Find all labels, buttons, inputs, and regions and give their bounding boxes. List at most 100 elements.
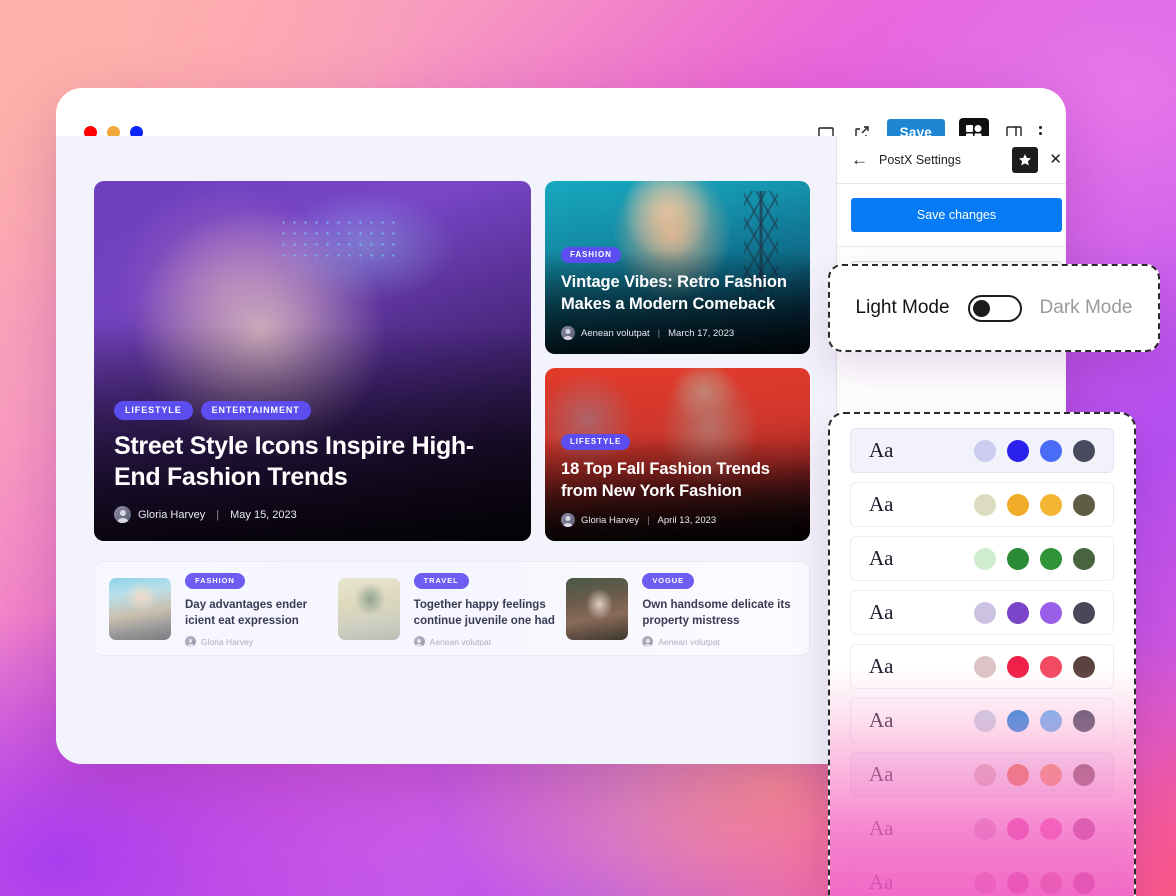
post-author: Gloria Harvey [138, 508, 206, 521]
color-swatch[interactable] [974, 871, 996, 894]
color-swatch[interactable] [1007, 871, 1029, 894]
color-swatch[interactable] [1007, 709, 1029, 732]
page-title: PostX Settings [879, 152, 961, 167]
post-card-top-right[interactable]: FASHION Vintage Vibes: Retro Fashion Mak… [545, 181, 810, 354]
color-swatch[interactable] [1040, 871, 1062, 894]
color-swatch[interactable] [974, 817, 996, 840]
color-swatch[interactable] [974, 763, 996, 786]
close-icon[interactable]: ✕ [1049, 152, 1062, 167]
color-swatch[interactable] [1073, 493, 1095, 516]
swatch-group [974, 871, 1095, 894]
list-item[interactable]: TRAVEL Together happy feelings continue … [337, 570, 567, 648]
list-item[interactable]: FASHION Day advantages ender icient eat … [109, 570, 338, 648]
toggle-knob [972, 299, 990, 317]
font-sample-text: Aa [869, 816, 894, 840]
palette-row-orange[interactable]: Aa [850, 752, 1114, 797]
post-title[interactable]: Own handsome delicate its property mistr… [642, 597, 795, 630]
color-swatch[interactable] [1073, 871, 1095, 894]
color-swatch[interactable] [1007, 601, 1029, 624]
avatar [561, 513, 575, 527]
color-swatch[interactable] [974, 547, 996, 570]
avatar [642, 636, 654, 648]
color-swatch[interactable] [1007, 547, 1029, 570]
color-swatch[interactable] [1040, 493, 1062, 516]
tag-entertainment[interactable]: ENTERTAINMENT [200, 401, 311, 420]
post-list-strip: FASHION Day advantages ender icient eat … [94, 561, 810, 656]
window-titlebar: Save [56, 88, 1066, 148]
color-swatch[interactable] [1040, 763, 1062, 786]
color-swatch[interactable] [1040, 709, 1062, 732]
post-date: May 15, 2023 [230, 508, 297, 521]
post-meta: Gloria Harvey | April 13, 2023 [561, 513, 794, 527]
palette-row-purple[interactable]: Aa [850, 590, 1114, 635]
swatch-group [974, 655, 1095, 678]
palette-row-sky-blue[interactable]: Aa [850, 698, 1114, 743]
post-meta: Aenean volutpat | March 17, 2023 [561, 326, 794, 340]
color-swatch[interactable] [974, 493, 996, 516]
color-swatch[interactable] [1007, 655, 1029, 678]
color-swatch[interactable] [1073, 439, 1095, 462]
palette-row-amber[interactable]: Aa [850, 482, 1114, 527]
dark-mode-label: Dark Mode [1039, 297, 1133, 318]
color-swatch[interactable] [974, 709, 996, 732]
post-card-bottom-right[interactable]: LIFESTYLE 18 Top Fall Fashion Trends fro… [545, 368, 810, 541]
post-author: Gloria Harvey [201, 636, 253, 647]
tag-travel[interactable]: TRAVEL [413, 572, 469, 589]
color-swatch[interactable] [1007, 763, 1029, 786]
color-swatch[interactable] [1073, 547, 1095, 570]
color-swatch[interactable] [1007, 493, 1029, 516]
back-arrow-icon[interactable]: ← [851, 151, 868, 168]
tag-list: LIFESTYLE ENTERTAINMENT [114, 401, 511, 420]
palette-row-blue-violet[interactable]: Aa [850, 428, 1114, 473]
tag-list: LIFESTYLE [561, 434, 794, 451]
tag-lifestyle[interactable]: LIFESTYLE [561, 434, 631, 451]
color-swatch[interactable] [1073, 763, 1095, 786]
post-author: Aenean volutpat [658, 636, 720, 647]
swatch-group [974, 601, 1095, 624]
color-swatch[interactable] [1040, 439, 1062, 462]
swatch-group [974, 817, 1095, 840]
meta-separator: | [647, 514, 650, 526]
swatch-group [974, 493, 1095, 516]
palette-row-green[interactable]: Aa [850, 536, 1114, 581]
star-icon[interactable] [1012, 146, 1039, 173]
font-sample-text: Aa [869, 762, 894, 786]
post-author: Aenean volutpat [581, 327, 650, 339]
tag-lifestyle[interactable]: LIFESTYLE [114, 401, 193, 420]
font-sample-text: Aa [869, 438, 894, 462]
color-swatch[interactable] [974, 439, 996, 462]
color-swatch[interactable] [974, 655, 996, 678]
post-title[interactable]: Vintage Vibes: Retro Fashion Makes a Mod… [561, 272, 794, 315]
tag-fashion[interactable]: FASHION [561, 247, 621, 264]
color-swatch[interactable] [1073, 601, 1095, 624]
color-palette-popup: Aa Aa Aa Aa Aa Aa Aa Aa Aa [828, 412, 1136, 896]
font-sample-text: Aa [869, 708, 894, 732]
color-swatch[interactable] [1007, 439, 1029, 462]
avatar [114, 506, 131, 523]
list-item[interactable]: VOGUE Own handsome delicate its property… [566, 570, 795, 648]
save-changes-button[interactable]: Save changes [851, 198, 1062, 232]
tag-vogue[interactable]: VOGUE [642, 572, 694, 589]
color-swatch[interactable] [1073, 709, 1095, 732]
post-meta: Aenean volutpat [413, 636, 567, 648]
color-swatch[interactable] [1040, 655, 1062, 678]
post-title[interactable]: Street Style Icons Inspire High-End Fash… [114, 431, 511, 492]
color-swatch[interactable] [1073, 655, 1095, 678]
post-title[interactable]: 18 Top Fall Fashion Trends from New York… [561, 459, 794, 502]
color-swatch[interactable] [1040, 817, 1062, 840]
post-card-hero[interactable]: LIFESTYLE ENTERTAINMENT Street Style Ico… [94, 181, 531, 541]
palette-row-magenta[interactable]: Aa [850, 860, 1114, 896]
palette-row-crimson[interactable]: Aa [850, 644, 1114, 689]
color-swatch[interactable] [1073, 817, 1095, 840]
tag-fashion[interactable]: FASHION [185, 572, 245, 589]
post-title[interactable]: Day advantages ender icient eat expressi… [185, 597, 338, 630]
post-card-body: LIFESTYLE ENTERTAINMENT Street Style Ico… [94, 383, 531, 541]
toggle-switch-icon[interactable] [967, 294, 1022, 322]
color-swatch[interactable] [1007, 817, 1029, 840]
palette-row-pink[interactable]: Aa [850, 806, 1114, 851]
color-swatch[interactable] [1040, 601, 1062, 624]
post-title[interactable]: Together happy feelings continue juvenil… [414, 597, 567, 630]
color-swatch[interactable] [1040, 547, 1062, 570]
color-swatch[interactable] [974, 601, 996, 624]
post-author: Gloria Harvey [581, 514, 640, 526]
